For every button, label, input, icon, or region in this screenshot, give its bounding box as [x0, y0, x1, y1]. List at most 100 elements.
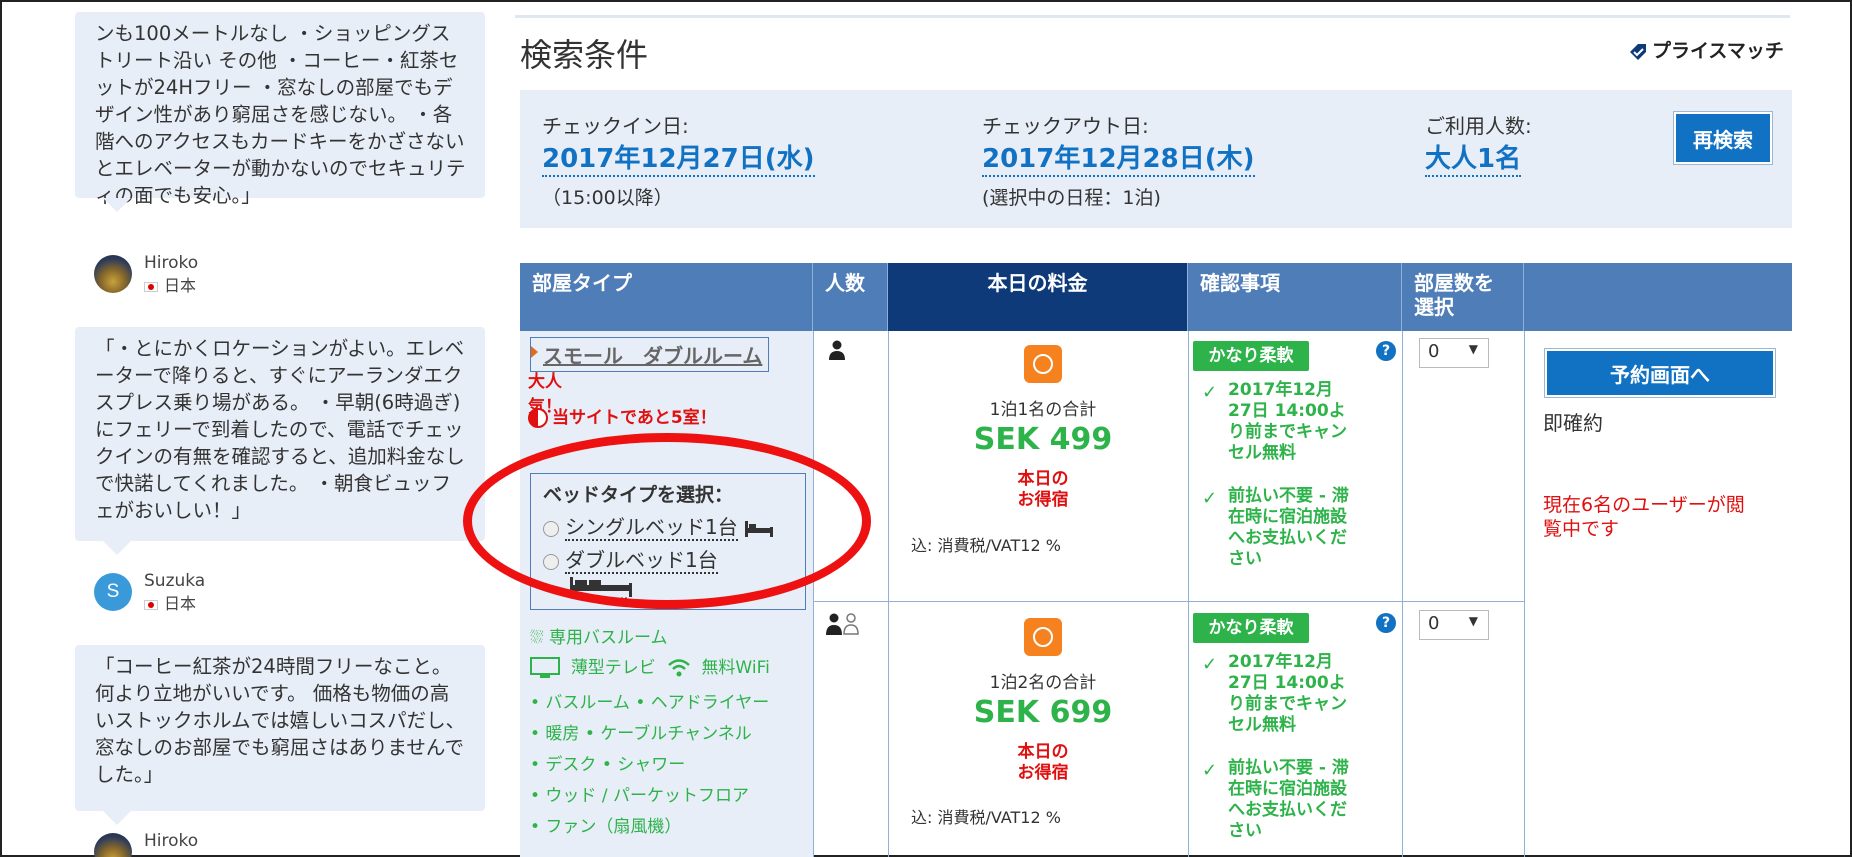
help-icon[interactable]: ? [1376, 341, 1396, 361]
deal-label: 本日の お得宿 [1017, 742, 1069, 783]
bed-option-single[interactable]: シングルベッド1台 [543, 511, 793, 541]
avatar: S [94, 573, 132, 611]
amenity-bathroom: ⛆ 専用バスルーム [530, 623, 668, 648]
deal-icon [1024, 345, 1062, 383]
free-cancel-note: 2017年12月27日 14:00より前までキャンセル無料 [1202, 380, 1352, 464]
rooms-remaining-label: 当サイトであと5室！ [552, 408, 717, 428]
flexible-badge: かなり柔軟 [1193, 341, 1309, 371]
double-bed-icon [570, 577, 632, 599]
price-per-label: 1泊2名の合計 [989, 673, 1097, 693]
amenity-label: 無料WiFi [701, 658, 770, 678]
reviewer-name: Hiroko [144, 253, 199, 273]
review-text: 「・とにかくロケーションがよい。エレベーターで降りると、すぐにアーランダエクスプ… [95, 337, 465, 522]
price-amount: SEK 499 [973, 422, 1113, 457]
no-prepay-note: 前払い不要 - 滞在時に宿泊施設へお支払いください [1202, 758, 1352, 842]
amenity-list: • ファン（扇風機） [530, 817, 682, 837]
price-cell: 1泊2名の合計 SEK 699 本日の お得宿 [918, 618, 1168, 784]
column-divider [1188, 331, 1189, 857]
header-guests: 人数 [813, 263, 888, 331]
instant-confirm: 即確約 [1543, 411, 1603, 435]
rooms-remaining: 当サイトであと5室！ [528, 403, 717, 428]
room-qty-select[interactable]: 0 ▼ [1419, 610, 1489, 640]
bed-option-label: ダブルベッド1台 [565, 548, 718, 574]
help-icon[interactable]: ? [1376, 613, 1396, 633]
amenity-label: 専用バスルーム [549, 628, 668, 648]
guests-field: ご利用人数: 大人1名 [1425, 110, 1532, 177]
column-divider [1402, 331, 1403, 857]
tax-note: 込: 消費税/VAT12 % [911, 808, 1061, 827]
persons-icon [826, 613, 859, 635]
column-divider [1524, 331, 1525, 857]
bed-icon [745, 520, 774, 537]
tv-icon [530, 657, 560, 678]
room-qty-value: 0 [1428, 613, 1440, 634]
shower-icon: ⛆ [530, 628, 544, 648]
reviewer-country: 日本 [144, 590, 196, 614]
person-icon [829, 340, 845, 360]
wifi-icon [667, 659, 690, 677]
checkin-time: （15:00以降） [542, 187, 673, 209]
room-qty-select[interactable]: 0 ▼ [1419, 338, 1489, 368]
bed-select-title: ベッドタイプを選択： [543, 484, 734, 506]
radio-double[interactable] [543, 553, 559, 570]
header-conditions: 確認事項 [1188, 263, 1402, 331]
bed-type-selector: ベッドタイプを選択： シングルベッド1台 ダブルベッド1台 [530, 473, 806, 610]
price-tag-icon [1630, 43, 1646, 60]
checkout-date[interactable]: 2017年12月28日(木) [982, 143, 1255, 177]
country-label: 日本 [164, 276, 197, 295]
review-card: 「・とにかくロケーションがよい。エレベーターで降りると、すぐにアーランダエクスプ… [75, 327, 485, 555]
tax-note: 込: 消費税/VAT12 % [911, 536, 1061, 555]
bed-option-double[interactable]: ダブルベッド1台 [543, 544, 793, 574]
japan-flag-icon [144, 281, 158, 292]
checkout-label: チェックアウト日: [982, 114, 1149, 138]
guests-label: ご利用人数: [1425, 114, 1532, 138]
review-card: ンも100メートルなし ・ショッピングストリート沿い その他 ・コーヒー・紅茶セ… [75, 12, 485, 212]
dropdown-arrow-icon: ▼ [1468, 614, 1478, 628]
price-match-link[interactable]: プライスマッチ [1627, 36, 1784, 63]
stay-length: (選択中の日程：1泊) [982, 187, 1161, 209]
guests-value[interactable]: 大人1名 [1425, 143, 1522, 177]
research-button[interactable]: 再検索 [1674, 112, 1772, 164]
checkin-date[interactable]: 2017年12月27日(水) [542, 143, 815, 177]
checkin-field: チェックイン日: 2017年12月27日(水) （15:00以降） [542, 110, 815, 210]
amenity-list: • ウッド / パーケットフロア [530, 786, 749, 806]
amenity-list: • 暖房 • ケーブルチャンネル [530, 724, 752, 744]
review-card: 「コーヒー紅茶が24時間フリーなこと。何より立地がいいです。 価格も物価の高いス… [75, 645, 485, 825]
search-conditions: チェックイン日: 2017年12月27日(水) （15:00以降） チェックアウ… [520, 90, 1792, 228]
amenity-list: • バスルーム • ヘアドライヤー [530, 693, 770, 713]
radio-single[interactable] [543, 520, 559, 537]
deal-label: 本日の お得宿 [1017, 469, 1069, 510]
column-divider [813, 331, 814, 857]
deal-icon [1024, 618, 1062, 656]
review-text: 「コーヒー紅茶が24時間フリーなこと。何より立地がいいです。 価格も物価の高いス… [95, 655, 466, 786]
amenity-list: • デスク • シャワー [530, 755, 686, 775]
amenity-tv-wifi: 薄型テレビ 無料WiFi [530, 653, 770, 679]
free-cancel-note: 2017年12月27日 14:00より前までキャンセル無料 [1202, 652, 1352, 736]
review-text: ンも100メートルなし ・ショッピングストリート沿い その他 ・コーヒー・紅茶セ… [95, 22, 466, 207]
header-room-type: 部屋タイプ [520, 263, 813, 331]
room-qty-value: 0 [1428, 341, 1440, 362]
reviewer-country: 日本 [144, 272, 196, 296]
header-rooms: 部屋数を選択 [1402, 263, 1524, 331]
price-match-label: プライスマッチ [1652, 40, 1784, 62]
avatar [94, 255, 132, 293]
japan-flag-icon [144, 599, 158, 610]
reviewer-name: Suzuka [144, 571, 206, 591]
price-per-label: 1泊1名の合計 [989, 400, 1097, 420]
search-title: 検索条件 [520, 36, 649, 74]
reviewer-name: Hiroko [144, 831, 199, 851]
country-label: 日本 [164, 594, 197, 613]
book-button[interactable]: 予約画面へ [1545, 349, 1775, 397]
room-name-link[interactable]: スモール ダブルルーム [530, 337, 770, 372]
column-divider [888, 331, 889, 857]
price-amount: SEK 699 [973, 695, 1113, 730]
bed-option-label: シングルベッド1台 [565, 515, 738, 541]
price-cell: 1泊1名の合計 SEK 499 本日の お得宿 [918, 345, 1168, 511]
double-bed-icon-wrap [569, 575, 793, 599]
flexible-badge: かなり柔軟 [1193, 613, 1309, 643]
row-divider [813, 601, 1524, 602]
amenity-label: 薄型テレビ [570, 658, 656, 678]
checkin-label: チェックイン日: [542, 114, 689, 138]
dropdown-arrow-icon: ▼ [1468, 342, 1478, 356]
no-prepay-note: 前払い不要 - 滞在時に宿泊施設へお支払いください [1202, 486, 1352, 570]
